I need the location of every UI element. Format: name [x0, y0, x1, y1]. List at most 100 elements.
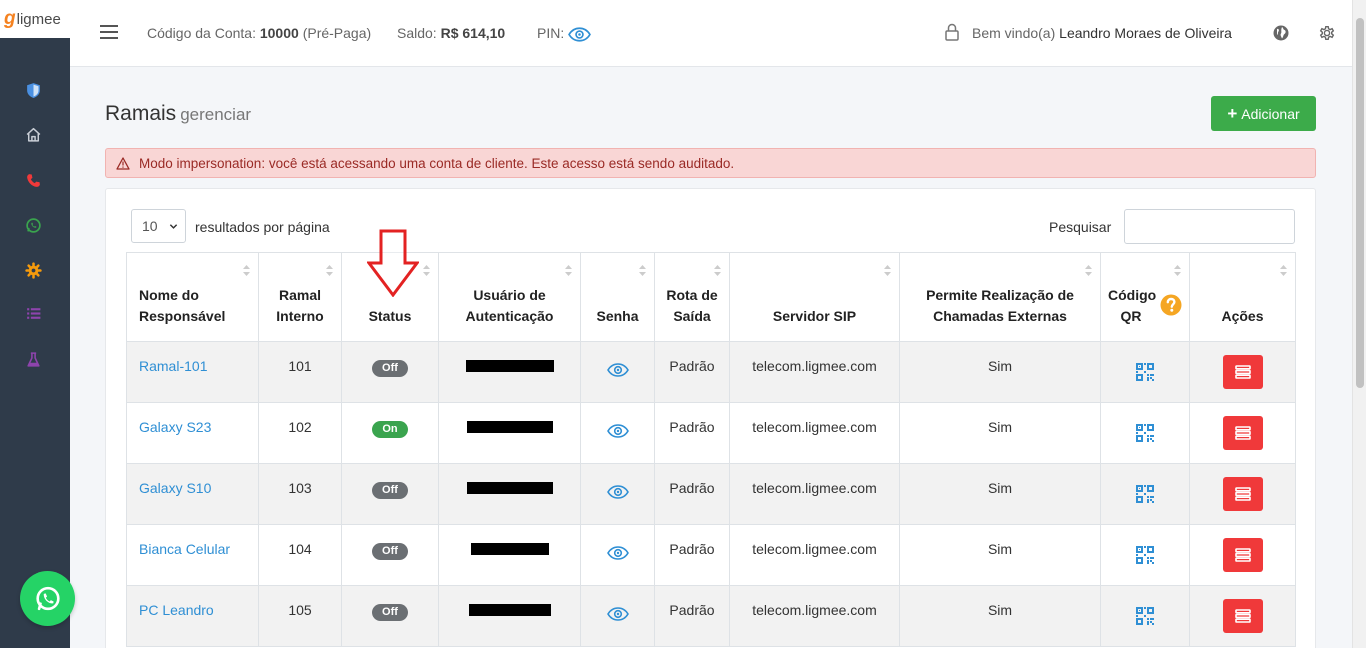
- balance-info: Saldo: R$ 614,10: [397, 25, 505, 41]
- actions-menu-button[interactable]: [1222, 599, 1263, 633]
- status-badge[interactable]: On: [372, 421, 408, 438]
- phone-icon[interactable]: [22, 169, 44, 191]
- page-length-select[interactable]: 10: [131, 209, 186, 243]
- cell-name: Bianca Celular: [126, 524, 259, 586]
- cell-rota: Padrão: [654, 585, 730, 647]
- extension-name-link[interactable]: Ramal-101: [139, 358, 207, 374]
- cell-permite: Sim: [899, 463, 1101, 525]
- column-header-responsavel[interactable]: Nome do Responsável: [126, 252, 259, 342]
- header-label: Código QR: [1108, 287, 1157, 324]
- sort-icon: [639, 265, 646, 276]
- actions-menu-button[interactable]: [1222, 538, 1263, 572]
- cell-name: PC Leandro: [126, 585, 259, 647]
- sort-icon: [1174, 265, 1181, 276]
- chevron-down-icon: [169, 224, 178, 229]
- status-badge[interactable]: Off: [372, 482, 408, 499]
- cell-acoes: [1189, 402, 1296, 464]
- sort-icon: [1280, 265, 1287, 276]
- cell-senha: [580, 402, 655, 464]
- cell-ramal: 104: [258, 524, 342, 586]
- logo[interactable]: g ligmee: [0, 0, 70, 38]
- gear-icon[interactable]: [22, 259, 44, 281]
- menu-toggle-button[interactable]: [100, 25, 118, 39]
- status-badge[interactable]: Off: [372, 543, 408, 560]
- sidebar: g ligmee: [0, 0, 70, 648]
- qr-code-icon[interactable]: [1136, 363, 1154, 381]
- extension-name-link[interactable]: Galaxy S23: [139, 419, 211, 435]
- extension-name-link[interactable]: Bianca Celular: [139, 541, 230, 557]
- sort-icon: [565, 265, 572, 276]
- cell-name: Galaxy S23: [126, 402, 259, 464]
- status-badge[interactable]: Off: [372, 360, 408, 377]
- account-type: (Pré-Paga): [302, 25, 372, 41]
- list-icon[interactable]: [22, 302, 44, 324]
- column-header-ramal[interactable]: Ramal Interno: [258, 252, 342, 342]
- status-badge[interactable]: Off: [372, 604, 408, 621]
- qr-code-icon[interactable]: [1136, 546, 1154, 564]
- eye-icon[interactable]: [606, 546, 629, 560]
- settings-icon[interactable]: [1318, 24, 1336, 42]
- add-button-label: Adicionar: [1241, 105, 1300, 122]
- cell-acoes: [1189, 524, 1296, 586]
- sort-icon: [243, 265, 250, 276]
- eye-icon[interactable]: [568, 27, 591, 42]
- whatsapp-icon: [35, 586, 60, 610]
- scrollbar-thumb[interactable]: [1356, 18, 1364, 388]
- cell-ramal: 105: [258, 585, 342, 647]
- cell-rota: Padrão: [654, 402, 730, 464]
- header-label: Usuário de Autenticação: [465, 287, 554, 324]
- redacted-username: [470, 543, 549, 555]
- column-header-senha[interactable]: Senha: [580, 252, 655, 342]
- table-body: Ramal-101 101 Off Padrão telecom.ligmee.…: [126, 341, 1296, 647]
- whatsapp-chat-button[interactable]: [20, 571, 75, 626]
- cell-usuario: [438, 402, 581, 464]
- eye-icon[interactable]: [606, 485, 629, 499]
- alert-text: Modo impersonation: você está acessando …: [139, 155, 735, 171]
- user-name[interactable]: Leandro Moraes de Oliveira: [1059, 25, 1232, 41]
- header-label: Permite Realização de Chamadas Externas: [926, 287, 1074, 324]
- help-icon[interactable]: [1160, 294, 1182, 316]
- redacted-username: [466, 482, 553, 494]
- whatsapp-icon[interactable]: [22, 214, 44, 236]
- table-row: PC Leandro 105 Off Padrão telecom.ligmee…: [126, 585, 1296, 647]
- page-scrollbar[interactable]: [1352, 0, 1366, 648]
- page-title: Ramais gerenciar: [105, 102, 251, 126]
- actions-menu-button[interactable]: [1222, 477, 1263, 511]
- add-extension-button[interactable]: + Adicionar: [1211, 96, 1316, 131]
- cell-codigo: [1100, 341, 1190, 403]
- actions-menu-button[interactable]: [1222, 416, 1263, 450]
- cell-servidor: telecom.ligmee.com: [729, 524, 900, 586]
- cell-ramal: 102: [258, 402, 342, 464]
- extension-name-link[interactable]: Galaxy S10: [139, 480, 211, 496]
- cell-codigo: [1100, 585, 1190, 647]
- globe-icon[interactable]: [1272, 24, 1290, 42]
- actions-menu-button[interactable]: [1222, 355, 1263, 389]
- pin-info: PIN:: [537, 25, 564, 41]
- eye-icon[interactable]: [606, 424, 629, 438]
- flask-icon[interactable]: [22, 348, 44, 370]
- page-length-label: resultados por página: [195, 219, 330, 235]
- home-icon[interactable]: [22, 123, 44, 145]
- eye-icon[interactable]: [606, 607, 629, 621]
- search-input[interactable]: [1124, 209, 1295, 244]
- cell-servidor: telecom.ligmee.com: [729, 402, 900, 464]
- column-header-rota[interactable]: Rota de Saída: [654, 252, 730, 342]
- cell-ramal: 103: [258, 463, 342, 525]
- cell-senha: [580, 463, 655, 525]
- page-title-text: Ramais: [105, 102, 177, 125]
- qr-code-icon[interactable]: [1136, 607, 1154, 625]
- shield-icon[interactable]: [22, 79, 44, 101]
- cell-rota: Padrão: [654, 524, 730, 586]
- column-header-acoes[interactable]: Ações: [1189, 252, 1296, 342]
- eye-icon[interactable]: [606, 363, 629, 377]
- extension-name-link[interactable]: PC Leandro: [139, 602, 214, 618]
- column-header-permite[interactable]: Permite Realização de Chamadas Externas: [899, 252, 1101, 342]
- qr-code-icon[interactable]: [1136, 424, 1154, 442]
- column-header-codigo[interactable]: Código QR: [1100, 252, 1190, 342]
- cell-name: Galaxy S10: [126, 463, 259, 525]
- column-header-servidor[interactable]: Servidor SIP: [729, 252, 900, 342]
- qr-code-icon[interactable]: [1136, 485, 1154, 503]
- cell-acoes: [1189, 463, 1296, 525]
- cell-acoes: [1189, 341, 1296, 403]
- column-header-usuario[interactable]: Usuário de Autenticação: [438, 252, 581, 342]
